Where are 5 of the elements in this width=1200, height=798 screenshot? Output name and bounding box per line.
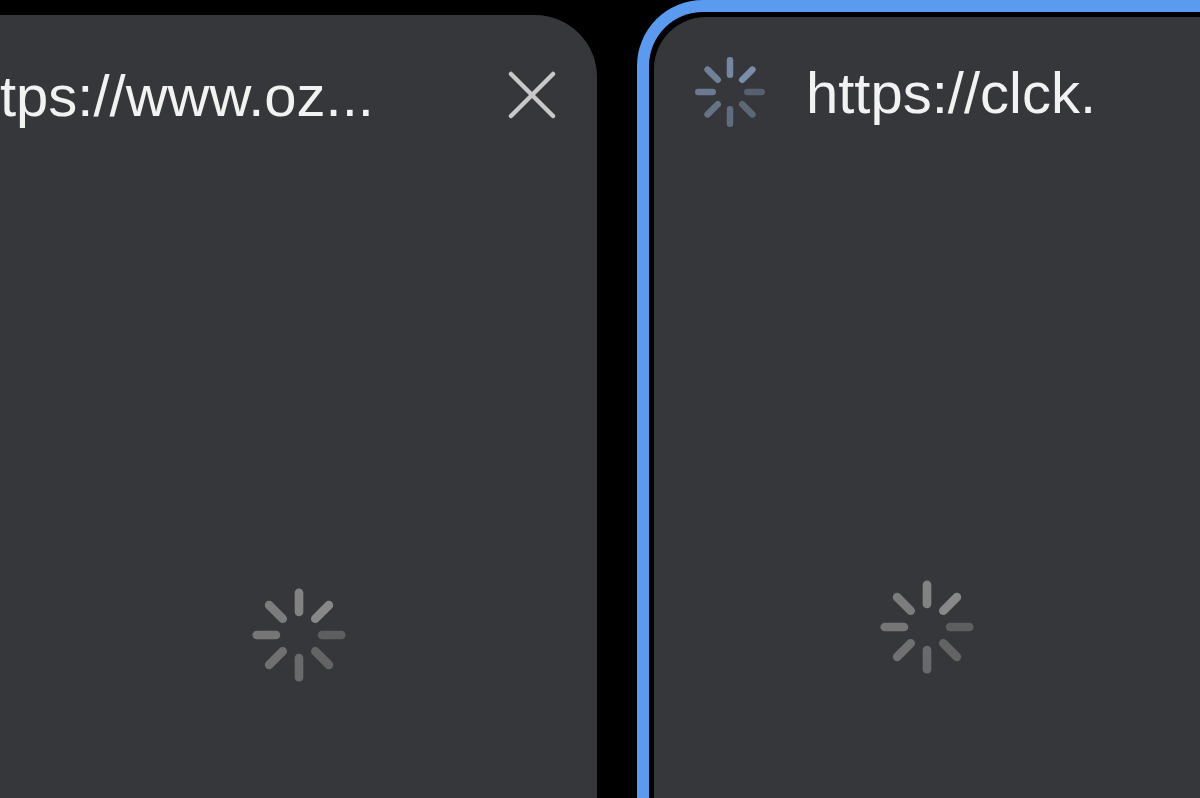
tab-title: https://clck. [806, 58, 1098, 126]
tab-card[interactable]: tps://www.oz... [0, 15, 597, 798]
close-button[interactable] [507, 70, 557, 120]
tab-title: tps://www.oz... [0, 61, 375, 129]
tab-card[interactable]: https://clck. [637, 0, 1200, 798]
